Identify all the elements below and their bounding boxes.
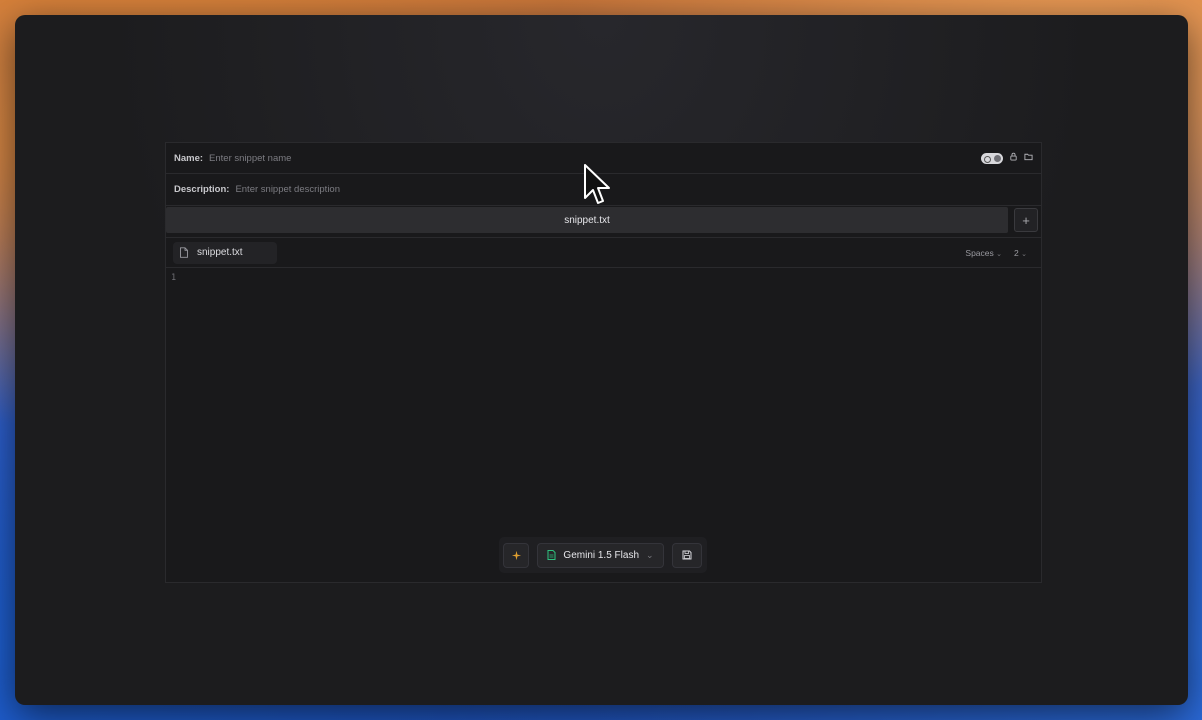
chevron-down-icon: ⌄: [996, 250, 1003, 258]
ai-assist-button[interactable]: [503, 542, 529, 568]
app-window: Name: Description: snippet.txt +: [15, 15, 1188, 705]
chevron-down-icon: ⌄: [646, 549, 654, 560]
name-input[interactable]: [209, 152, 710, 164]
gemini-icon: [547, 550, 556, 560]
toggle-icon[interactable]: [981, 152, 1003, 164]
indent-size-label: 2: [1014, 247, 1019, 258]
mouse-cursor-icon: [584, 164, 610, 204]
save-icon: [682, 550, 692, 560]
editor-file-name[interactable]: snippet.txt: [173, 241, 277, 264]
add-file-button[interactable]: +: [1014, 208, 1038, 232]
line-number: 1: [171, 273, 177, 283]
save-button[interactable]: [672, 542, 702, 568]
indent-size-select[interactable]: 2 ⌄: [1014, 248, 1027, 258]
editor-header: snippet.txt Spaces ⌄ 2 ⌄: [166, 237, 1041, 268]
description-input[interactable]: [235, 184, 736, 195]
bottom-toolbar: Gemini 1.5 Flash ⌄: [499, 537, 707, 573]
sparkle-icon: [511, 550, 521, 560]
chevron-down-icon: ⌄: [1021, 250, 1027, 258]
model-select[interactable]: Gemini 1.5 Flash ⌄: [537, 542, 664, 568]
file-icon: [180, 247, 188, 258]
line-number-gutter: 1: [171, 273, 176, 283]
folder-icon[interactable]: [1024, 152, 1033, 164]
editor-file-label: snippet.txt: [197, 247, 243, 258]
plus-icon: +: [1022, 212, 1030, 228]
indent-mode-select[interactable]: Spaces ⌄: [965, 248, 1002, 258]
lock-icon[interactable]: [1009, 152, 1018, 164]
name-row-actions: [981, 152, 1033, 164]
tab-snippet-file[interactable]: snippet.txt: [166, 207, 1008, 233]
indent-controls: Spaces ⌄ 2 ⌄: [965, 248, 1027, 258]
indent-mode-label: Spaces: [965, 247, 994, 258]
description-label: Description:: [174, 184, 230, 195]
model-label: Gemini 1.5 Flash: [563, 549, 640, 561]
name-label: Name:: [174, 152, 204, 164]
file-tab-bar: snippet.txt +: [166, 207, 1041, 234]
